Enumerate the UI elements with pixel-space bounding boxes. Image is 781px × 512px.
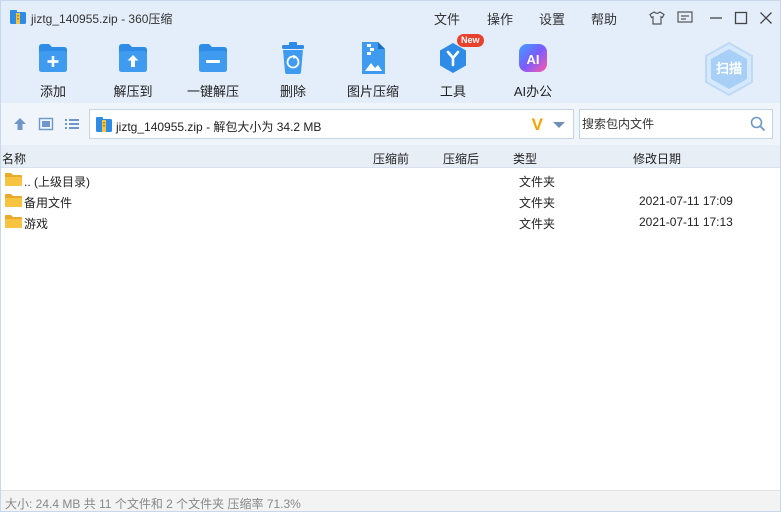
shirt-icon <box>649 11 665 25</box>
menu-help[interactable]: 帮助 <box>591 9 617 28</box>
tools-button[interactable]: New 工具 <box>413 34 493 99</box>
title-bar: jiztg_140955.zip - 360压缩 文件 操作 设置 帮助 <box>1 1 780 33</box>
zip-app-icon <box>10 10 26 24</box>
file-type: 文件夹 <box>519 217 556 231</box>
v-logo-icon: V <box>531 115 543 134</box>
list-header: 名称 压缩前 压缩后 类型 修改日期 <box>1 145 780 168</box>
address-row: jiztg_140955.zip - 解包大小为 34.2 MB V <box>1 103 780 145</box>
column-size-after[interactable]: 压缩后 <box>443 150 479 167</box>
table-row-parent-dir[interactable]: .. (上级目录) 文件夹 <box>1 169 780 190</box>
delete-button[interactable]: 删除 <box>253 39 333 99</box>
column-size-before[interactable]: 压缩前 <box>373 150 409 167</box>
address-bar[interactable]: jiztg_140955.zip - 解包大小为 34.2 MB V <box>89 109 574 139</box>
tools-label: 工具 <box>439 84 466 99</box>
image-compress-icon <box>362 42 385 74</box>
one-click-extract-icon <box>199 44 227 72</box>
ai-office-button[interactable]: AI AI办公 <box>493 39 573 99</box>
one-click-extract-button[interactable]: 一键解压 <box>173 39 253 99</box>
close-button[interactable] <box>757 9 775 27</box>
app-window: jiztg_140955.zip - 360压缩 文件 操作 设置 帮助 添加 … <box>0 0 781 512</box>
folder-icon <box>5 215 22 228</box>
file-modified: 2021-07-11 17:09 <box>639 194 733 208</box>
add-button[interactable]: 添加 <box>13 39 93 99</box>
minimize-icon <box>710 17 722 19</box>
status-text: 大小: 24.4 MB 共 11 个文件和 2 个文件夹 压缩率 71.3% <box>5 497 301 511</box>
one-click-extract-label: 一键解压 <box>186 84 239 99</box>
new-badge: New <box>457 34 484 47</box>
file-name: 游戏 <box>24 217 49 231</box>
up-arrow-icon[interactable] <box>12 116 28 132</box>
address-path: jiztg_140955.zip - 解包大小为 34.2 MB <box>116 120 322 134</box>
scan-label: 扫描 <box>716 61 742 76</box>
chevron-down-icon[interactable] <box>553 122 565 128</box>
search-icon[interactable] <box>750 116 766 132</box>
extract-to-icon <box>119 44 147 72</box>
folder-icon <box>5 173 22 186</box>
menu-settings[interactable]: 设置 <box>539 9 565 28</box>
column-type[interactable]: 类型 <box>513 150 537 167</box>
delete-label: 删除 <box>279 84 306 99</box>
feedback-button[interactable] <box>676 9 694 27</box>
extract-to-label: 解压到 <box>113 84 153 99</box>
window-title: jiztg_140955.zip - 360压缩 <box>31 12 173 26</box>
recycle-bin-icon <box>282 42 304 74</box>
top-area: jiztg_140955.zip - 360压缩 文件 操作 设置 帮助 添加 … <box>1 1 780 103</box>
menu-file[interactable]: 文件 <box>434 9 460 28</box>
image-compress-button[interactable]: 图片压缩 <box>333 39 413 99</box>
menu-operate[interactable]: 操作 <box>487 9 513 28</box>
folder-icon <box>5 194 22 207</box>
search-box <box>579 109 773 139</box>
file-name: 备用文件 <box>24 196 73 210</box>
column-name[interactable]: 名称 <box>2 150 26 167</box>
add-icon <box>39 44 67 72</box>
image-compress-label: 图片压缩 <box>346 84 399 99</box>
ai-icon-text: AI <box>527 52 540 67</box>
status-bar: 大小: 24.4 MB 共 11 个文件和 2 个文件夹 压缩率 71.3% <box>1 490 780 511</box>
file-list: .. (上级目录) 文件夹 备用文件 文件夹 2021-07-11 17:09 … <box>1 169 780 232</box>
list-view-icon[interactable] <box>64 116 80 132</box>
ai-office-icon: AI <box>519 44 547 72</box>
file-modified: 2021-07-11 17:13 <box>639 215 733 229</box>
zip-file-icon <box>96 117 112 132</box>
scan-button[interactable]: 扫描 <box>702 41 756 97</box>
column-modified[interactable]: 修改日期 <box>633 150 681 167</box>
table-row[interactable]: 游戏 文件夹 2021-07-11 17:13 <box>1 211 780 232</box>
minimize-button[interactable] <box>707 9 725 27</box>
maximize-button[interactable] <box>732 9 750 27</box>
ai-office-label: AI办公 <box>513 84 553 99</box>
message-icon <box>677 11 693 23</box>
maximize-icon <box>734 11 748 25</box>
extract-to-button[interactable]: 解压到 <box>93 39 173 99</box>
table-row[interactable]: 备用文件 文件夹 2021-07-11 17:09 <box>1 190 780 211</box>
thumbnail-view-icon[interactable] <box>38 116 54 132</box>
search-input[interactable] <box>582 111 742 137</box>
scan-badge-icon: 扫描 <box>705 41 753 97</box>
close-icon <box>760 12 772 24</box>
skin-button[interactable] <box>648 9 666 27</box>
add-label: 添加 <box>39 84 66 99</box>
file-type: 文件夹 <box>519 196 556 210</box>
file-type: 文件夹 <box>519 175 556 189</box>
file-name: .. (上级目录) <box>24 175 90 189</box>
